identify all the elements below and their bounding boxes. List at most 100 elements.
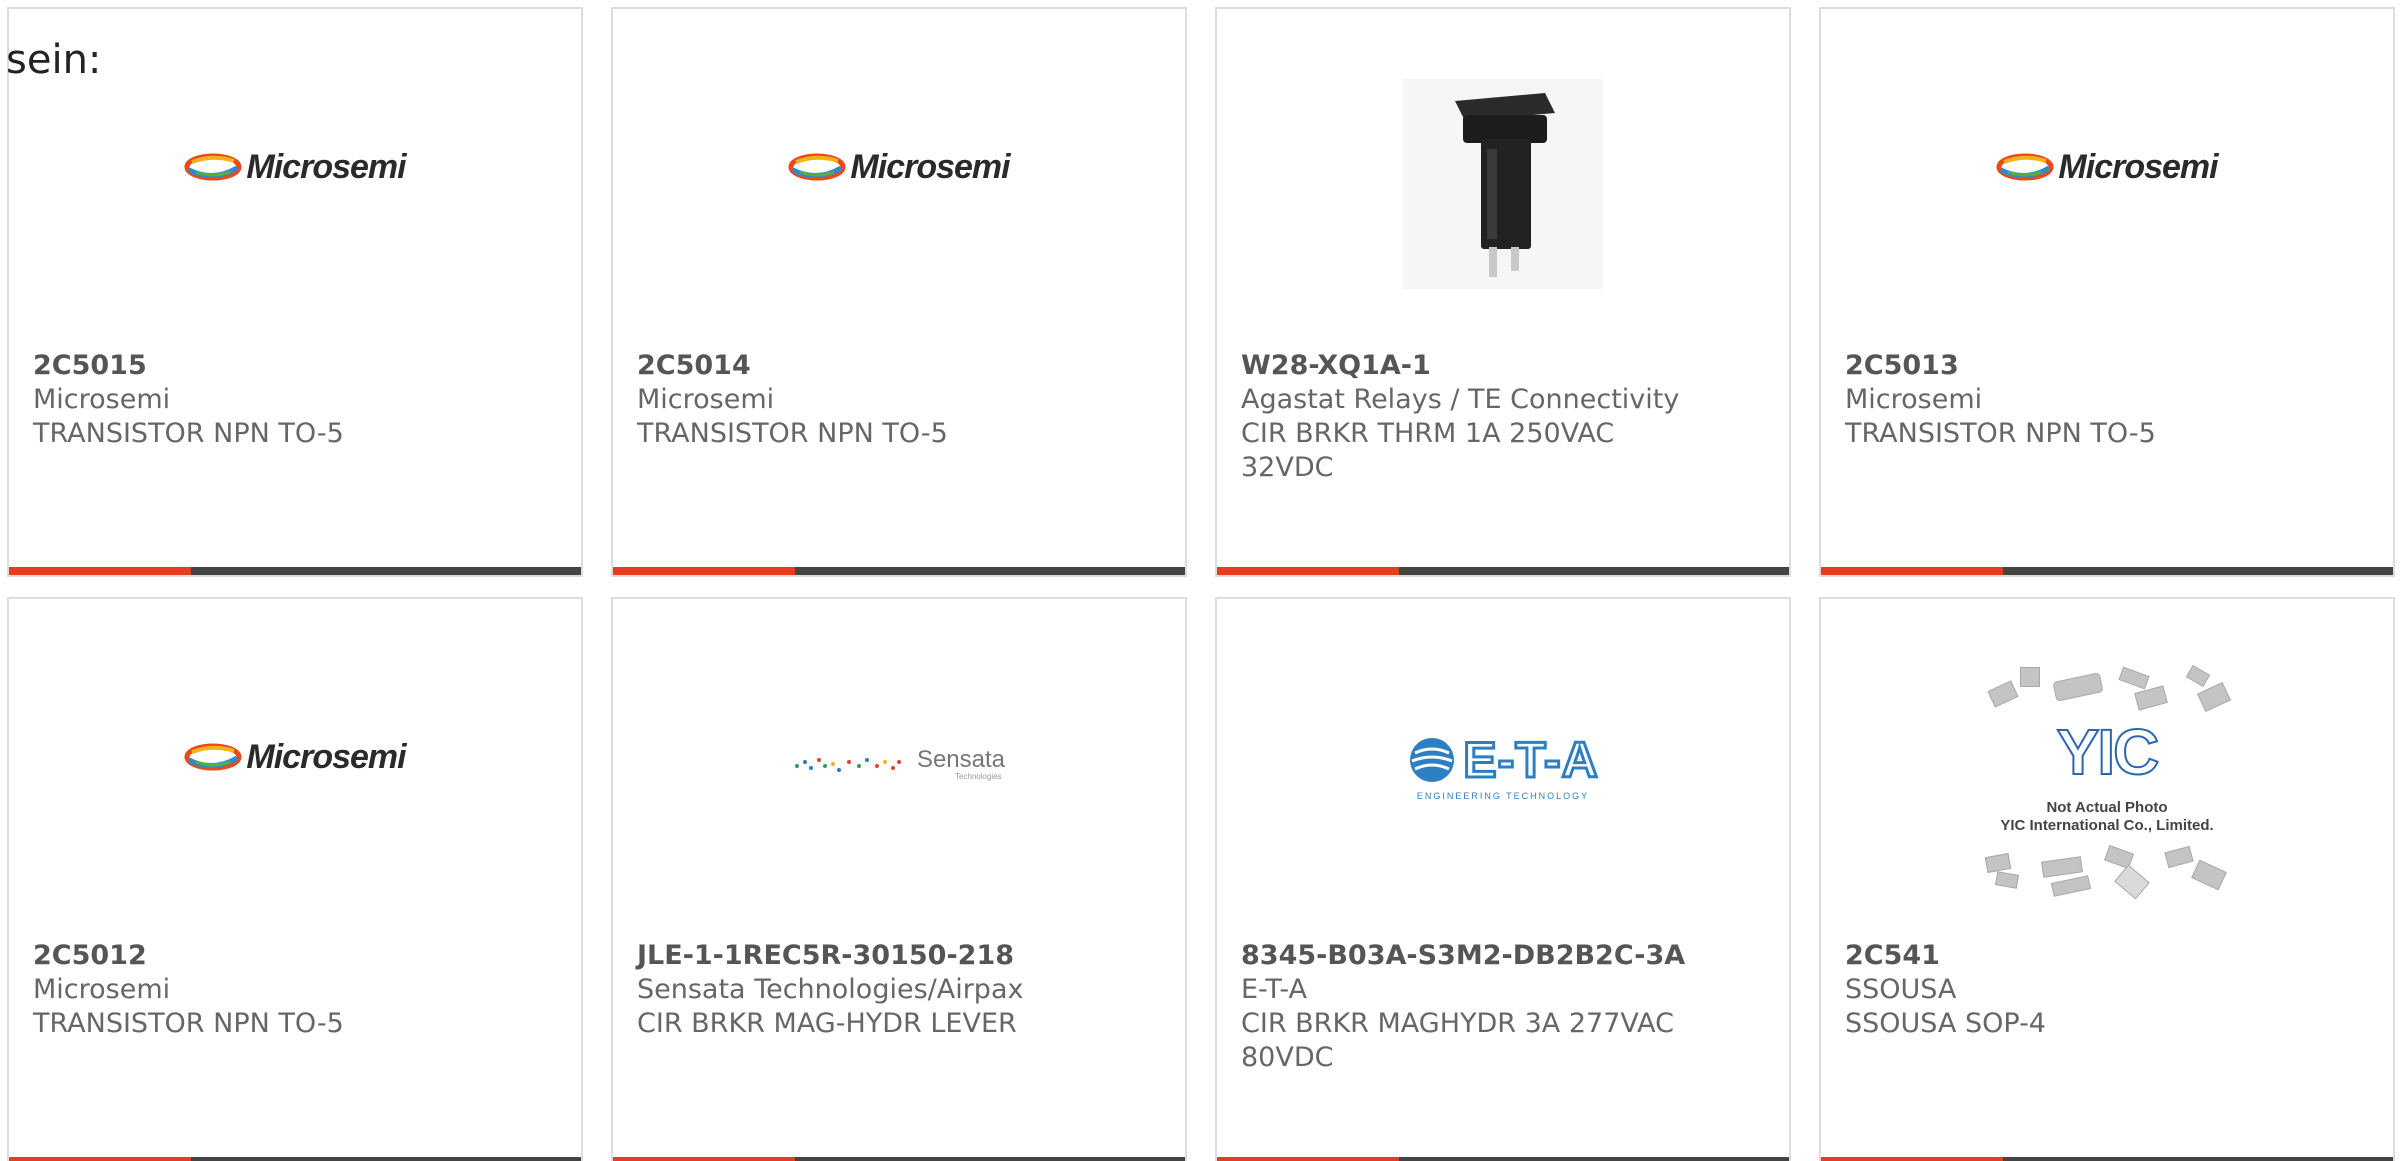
product-info: 2C5014 Microsemi TRANSISTOR NPN TO-5	[637, 349, 1157, 451]
description: TRANSISTOR NPN TO-5	[1845, 418, 2156, 449]
chip-icon	[1984, 853, 2012, 873]
eta-logo: E-T-A ENGINEERING TECHNOLOGY	[1407, 731, 1599, 801]
card-bar-accent	[613, 567, 795, 575]
sensata-logo: Sensata Technologies	[793, 745, 1006, 781]
part-number[interactable]: 8345-B03A-S3M2-DB2B2C-3A	[1241, 939, 1761, 973]
product-info: 2C541 SSOUSA SSOUSA SOP-4	[1845, 939, 2365, 1041]
product-image[interactable]: YIC Not Actual Photo YIC International C…	[1821, 649, 2393, 900]
manufacturer: SSOUSA	[1845, 974, 1957, 1005]
product-info: 8345-B03A-S3M2-DB2B2C-3A E-T-A CIR BRKR …	[1241, 939, 1761, 1075]
part-number[interactable]: JLE-1-1REC5R-30150-218	[637, 939, 1157, 973]
card-bottom-bar	[1217, 567, 1789, 575]
chip-icon	[2052, 672, 2104, 702]
card-bar-accent	[9, 1157, 191, 1161]
eta-globe-icon	[1410, 738, 1455, 782]
microsemi-logo-text: Microsemi	[246, 737, 406, 776]
sensata-name: Sensata	[916, 745, 1006, 773]
part-number[interactable]: 2C5015	[33, 349, 553, 383]
part-number[interactable]: 2C5012	[33, 939, 553, 973]
product-image[interactable]: Microsemi	[613, 59, 1185, 309]
product-info: JLE-1-1REC5R-30150-218 Sensata Technolog…	[637, 939, 1157, 1041]
chip-icon	[2191, 859, 2227, 891]
microsemi-logo-text: Microsemi	[2058, 147, 2218, 186]
yic-placeholder-image: YIC Not Actual Photo YIC International C…	[1972, 659, 2242, 900]
card-bar-accent	[9, 567, 191, 575]
product-card[interactable]: Microsemi 2C5015 Microsemi TRANSISTOR NP…	[7, 7, 583, 577]
manufacturer: Microsemi	[1845, 384, 1983, 415]
circuit-breaker-photo-icon	[1403, 79, 1603, 289]
chip-icon	[2114, 864, 2150, 900]
part-number[interactable]: 2C5013	[1845, 349, 2365, 383]
product-card[interactable]: E-T-A ENGINEERING TECHNOLOGY 8345-B03A-S…	[1215, 597, 1791, 1161]
product-image[interactable]: Microsemi	[1821, 59, 2393, 309]
card-bottom-bar	[613, 1157, 1185, 1161]
card-bottom-bar	[1821, 567, 2393, 575]
manufacturer: Microsemi	[637, 384, 775, 415]
product-image[interactable]	[1217, 59, 1789, 309]
product-image[interactable]: E-T-A ENGINEERING TECHNOLOGY	[1217, 649, 1789, 899]
part-number[interactable]: 2C541	[1845, 939, 2365, 973]
product-card[interactable]: YIC Not Actual Photo YIC International C…	[1819, 597, 2395, 1161]
manufacturer: E-T-A	[1241, 974, 1307, 1005]
product-grid-page: sein: Microsemi 2C5015 Microsemi TRANSIS…	[0, 0, 2400, 1161]
product-card[interactable]: Microsemi 2C5013 Microsemi TRANSISTOR NP…	[1819, 7, 2395, 577]
product-card[interactable]: Microsemi 2C5014 Microsemi TRANSISTOR NP…	[611, 7, 1187, 577]
card-bar-accent	[1217, 1157, 1399, 1161]
header-text: sein:	[6, 37, 102, 83]
manufacturer: Microsemi	[33, 974, 171, 1005]
description: CIR BRKR MAGHYDR 3A 277VAC 80VDC	[1241, 1008, 1674, 1073]
microsemi-logo: Microsemi	[1996, 147, 2219, 187]
card-bottom-bar	[1821, 1157, 2393, 1161]
microsemi-logo-text: Microsemi	[246, 147, 406, 186]
description: SSOUSA SOP-4	[1845, 1008, 2046, 1039]
microsemi-logo-text: Microsemi	[850, 147, 1010, 186]
chip-icon	[2118, 666, 2150, 690]
chip-icon	[1987, 680, 2019, 708]
card-bar-accent	[1217, 567, 1399, 575]
microsemi-swirl-icon	[184, 153, 242, 181]
product-card[interactable]: Sensata Technologies JLE-1-1REC5R-30150-…	[611, 597, 1187, 1161]
product-info: W28-XQ1A-1 Agastat Relays / TE Connectiv…	[1241, 349, 1761, 485]
product-image[interactable]: Sensata Technologies	[613, 649, 1185, 899]
description: TRANSISTOR NPN TO-5	[33, 418, 344, 449]
sensata-dots-icon	[794, 758, 901, 772]
part-number[interactable]: W28-XQ1A-1	[1241, 349, 1761, 383]
product-image[interactable]: Microsemi	[9, 59, 581, 309]
microsemi-swirl-icon	[1996, 153, 2054, 181]
microsemi-swirl-icon	[184, 743, 242, 771]
card-bottom-bar	[1217, 1157, 1789, 1161]
chip-icon	[2041, 856, 2083, 878]
chip-icon	[2050, 875, 2092, 897]
microsemi-logo: Microsemi	[184, 737, 407, 777]
part-number[interactable]: 2C5014	[637, 349, 1157, 383]
eta-tagline: ENGINEERING TECHNOLOGY	[1416, 791, 1590, 801]
microsemi-swirl-icon	[788, 153, 846, 181]
microsemi-logo: Microsemi	[788, 147, 1011, 187]
card-bar-accent	[1821, 567, 2003, 575]
chip-icon	[2185, 664, 2211, 688]
yic-logo: YIC	[2056, 715, 2161, 789]
microsemi-logo: Microsemi	[184, 147, 407, 187]
card-bottom-bar	[9, 567, 581, 575]
manufacturer: Sensata Technologies/Airpax	[637, 974, 1024, 1005]
manufacturer: Microsemi	[33, 384, 171, 415]
description: TRANSISTOR NPN TO-5	[33, 1008, 344, 1039]
manufacturer: Agastat Relays / TE Connectivity	[1241, 384, 1680, 415]
product-info: 2C5013 Microsemi TRANSISTOR NPN TO-5	[1845, 349, 2365, 451]
product-info: 2C5015 Microsemi TRANSISTOR NPN TO-5	[33, 349, 553, 451]
yic-company-name: YIC International Co., Limited.	[2000, 817, 2214, 834]
description: CIR BRKR THRM 1A 250VAC 32VDC	[1241, 418, 1615, 483]
card-bottom-bar	[613, 567, 1185, 575]
sensata-wordmark: Sensata Technologies	[916, 745, 1006, 781]
product-card[interactable]: W28-XQ1A-1 Agastat Relays / TE Connectiv…	[1215, 7, 1791, 577]
chip-icon	[2134, 685, 2168, 711]
description: CIR BRKR MAG-HYDR LEVER	[637, 1008, 1017, 1039]
card-bottom-bar	[9, 1157, 581, 1161]
chip-icon	[2020, 667, 2040, 687]
product-card[interactable]: Microsemi 2C5012 Microsemi TRANSISTOR NP…	[7, 597, 583, 1161]
product-info: 2C5012 Microsemi TRANSISTOR NPN TO-5	[33, 939, 553, 1041]
product-image[interactable]: Microsemi	[9, 649, 581, 899]
eta-wordmark: E-T-A	[1462, 731, 1600, 790]
yic-not-actual-photo: Not Actual Photo	[2046, 799, 2168, 816]
chip-icon	[1994, 871, 2020, 889]
